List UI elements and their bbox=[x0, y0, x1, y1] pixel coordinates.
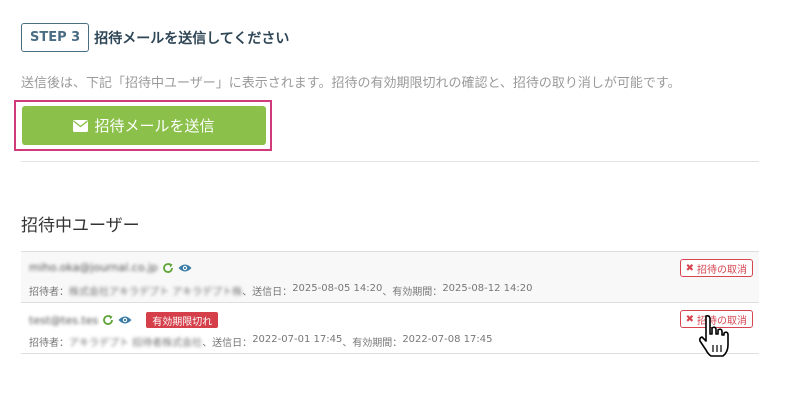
invite-email: miho.oka@journal.co.jp bbox=[29, 261, 158, 274]
view-icon[interactable] bbox=[178, 263, 192, 273]
inviter-label: 招待者： bbox=[29, 287, 69, 298]
expiry-date: 2025-08-12 14:20 bbox=[442, 283, 533, 294]
envelope-icon bbox=[73, 119, 89, 132]
invite-email: test@tes.tes bbox=[29, 313, 99, 327]
step-badge: STEP 3 bbox=[21, 23, 90, 52]
send-invite-label: 招待メールを送信 bbox=[94, 117, 215, 135]
step-header: STEP 3 招待メールを送信してください bbox=[21, 23, 289, 52]
invite-meta: 招待者： 株式会社アキラデプト アキラデプト株 、送信日： 2025-08-05… bbox=[29, 283, 532, 298]
invite-row: miho.oka@journal.co.jp 招待者： 株式会社アキラデプト ア… bbox=[21, 251, 759, 302]
hand-pointer-cursor-icon bbox=[696, 314, 734, 364]
description-text: 送信後は、下記「招待中ユーザー」に表示されます。招待の有効期限切れの確認と、招待… bbox=[21, 76, 681, 91]
inviter-label: 招待者： bbox=[29, 338, 69, 349]
send-invite-button[interactable]: 招待メールを送信 bbox=[22, 106, 266, 145]
sent-label: 、送信日： bbox=[242, 287, 293, 298]
expiry-label: 、有効期間： bbox=[382, 287, 443, 298]
expiry-label: 、有効期間： bbox=[342, 338, 403, 349]
step-title: 招待メールを送信してください bbox=[94, 30, 290, 47]
resend-icon[interactable] bbox=[102, 314, 114, 326]
divider bbox=[21, 161, 759, 162]
resend-icon[interactable] bbox=[162, 262, 174, 274]
expired-badge: 有効期限切れ bbox=[146, 312, 219, 328]
sent-date: 2025-08-05 14:20 bbox=[292, 283, 383, 294]
close-icon: ✖ bbox=[685, 262, 694, 274]
section-title: 招待中ユーザー bbox=[21, 216, 140, 236]
view-icon[interactable] bbox=[118, 315, 132, 325]
cancel-invite-button[interactable]: ✖ 招待の取消 bbox=[679, 259, 753, 277]
invite-list: miho.oka@journal.co.jp 招待者： 株式会社アキラデプト ア… bbox=[21, 251, 759, 354]
sent-date: 2022-07-01 17:45 bbox=[252, 334, 343, 345]
expiry-date: 2022-07-08 17:45 bbox=[402, 334, 493, 345]
invite-meta: 招待者： アキラデプト 招待者株式会社 、送信日： 2022-07-01 17:… bbox=[29, 334, 492, 349]
sent-label: 、送信日： bbox=[202, 338, 253, 349]
invite-row: test@tes.tes 有効期限切れ 招待者： アキラデプト 招待者株式会社 … bbox=[21, 302, 759, 354]
inviter-name: 株式会社アキラデプト アキラデプト株 bbox=[69, 287, 243, 298]
cancel-invite-label: 招待の取消 bbox=[697, 264, 747, 276]
close-icon: ✖ bbox=[685, 313, 694, 325]
inviter-name: アキラデプト 招待者株式会社 bbox=[69, 338, 203, 349]
